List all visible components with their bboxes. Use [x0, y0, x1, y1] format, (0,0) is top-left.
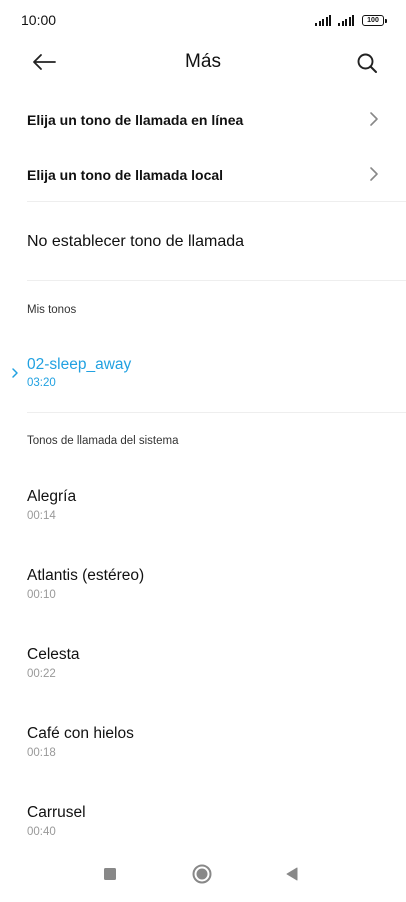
ringtone-picker-screen: 10:00 100 Más Elija un tono de llamada e…	[0, 0, 406, 902]
tone-duration: 00:22	[27, 668, 56, 680]
square-icon	[104, 868, 116, 880]
chevron-right-icon	[370, 112, 378, 126]
tone-name: Atlantis (estéreo)	[27, 567, 145, 584]
section-header-my-tones: Mis tonos	[27, 304, 77, 316]
home-button[interactable]	[190, 862, 214, 886]
nav-back-button[interactable]	[280, 862, 304, 886]
signal-icon	[338, 14, 354, 26]
tone-name: 02-sleep_away	[27, 356, 132, 373]
tone-duration: 03:20	[27, 377, 56, 389]
tone-duration: 00:14	[27, 510, 56, 522]
page-title: Más	[185, 51, 221, 72]
tone-name: Celesta	[27, 646, 80, 663]
tone-item[interactable]: Atlantis (estéreo) 00:10	[0, 561, 406, 609]
status-time: 10:00	[21, 12, 57, 28]
tone-item[interactable]: Café con hielos 00:18	[0, 719, 406, 767]
divider	[27, 201, 406, 202]
battery-icon: 100	[362, 15, 387, 26]
signal-icon	[315, 14, 331, 26]
section-header-system-tones: Tonos de llamada del sistema	[27, 435, 179, 447]
tone-item[interactable]: Alegría 00:14	[0, 482, 406, 530]
tone-item[interactable]: Celesta 00:22	[0, 640, 406, 688]
header: Más	[0, 40, 406, 84]
tone-item[interactable]: Carrusel 00:40	[0, 798, 406, 846]
search-button[interactable]	[352, 48, 382, 78]
online-ringtone-option[interactable]: Elija un tono de llamada en línea	[0, 100, 406, 138]
status-bar: 10:00 100	[0, 0, 406, 40]
search-icon	[357, 53, 377, 73]
tone-duration: 00:18	[27, 747, 56, 759]
tone-item-selected[interactable]: 02-sleep_away 03:20	[0, 350, 406, 398]
online-ringtone-label: Elija un tono de llamada en línea	[27, 112, 244, 128]
no-ringtone-label: No establecer tono de llamada	[27, 233, 245, 250]
chevron-right-icon	[370, 167, 378, 181]
system-nav-bar	[0, 852, 406, 902]
circle-icon	[192, 864, 212, 884]
tone-duration: 00:40	[27, 826, 56, 838]
local-ringtone-option[interactable]: Elija un tono de llamada local	[0, 155, 406, 193]
divider	[27, 280, 406, 281]
status-icons: 100	[315, 12, 387, 26]
selected-indicator-icon	[12, 368, 18, 378]
triangle-back-icon	[286, 867, 298, 881]
tone-name: Café con hielos	[27, 725, 134, 742]
tone-name: Carrusel	[27, 804, 86, 821]
divider	[27, 412, 406, 413]
tone-duration: 00:10	[27, 589, 56, 601]
no-ringtone-option[interactable]: No establecer tono de llamada	[0, 220, 406, 264]
tone-name: Alegría	[27, 488, 77, 505]
recents-button[interactable]	[98, 862, 122, 886]
local-ringtone-label: Elija un tono de llamada local	[27, 167, 224, 183]
